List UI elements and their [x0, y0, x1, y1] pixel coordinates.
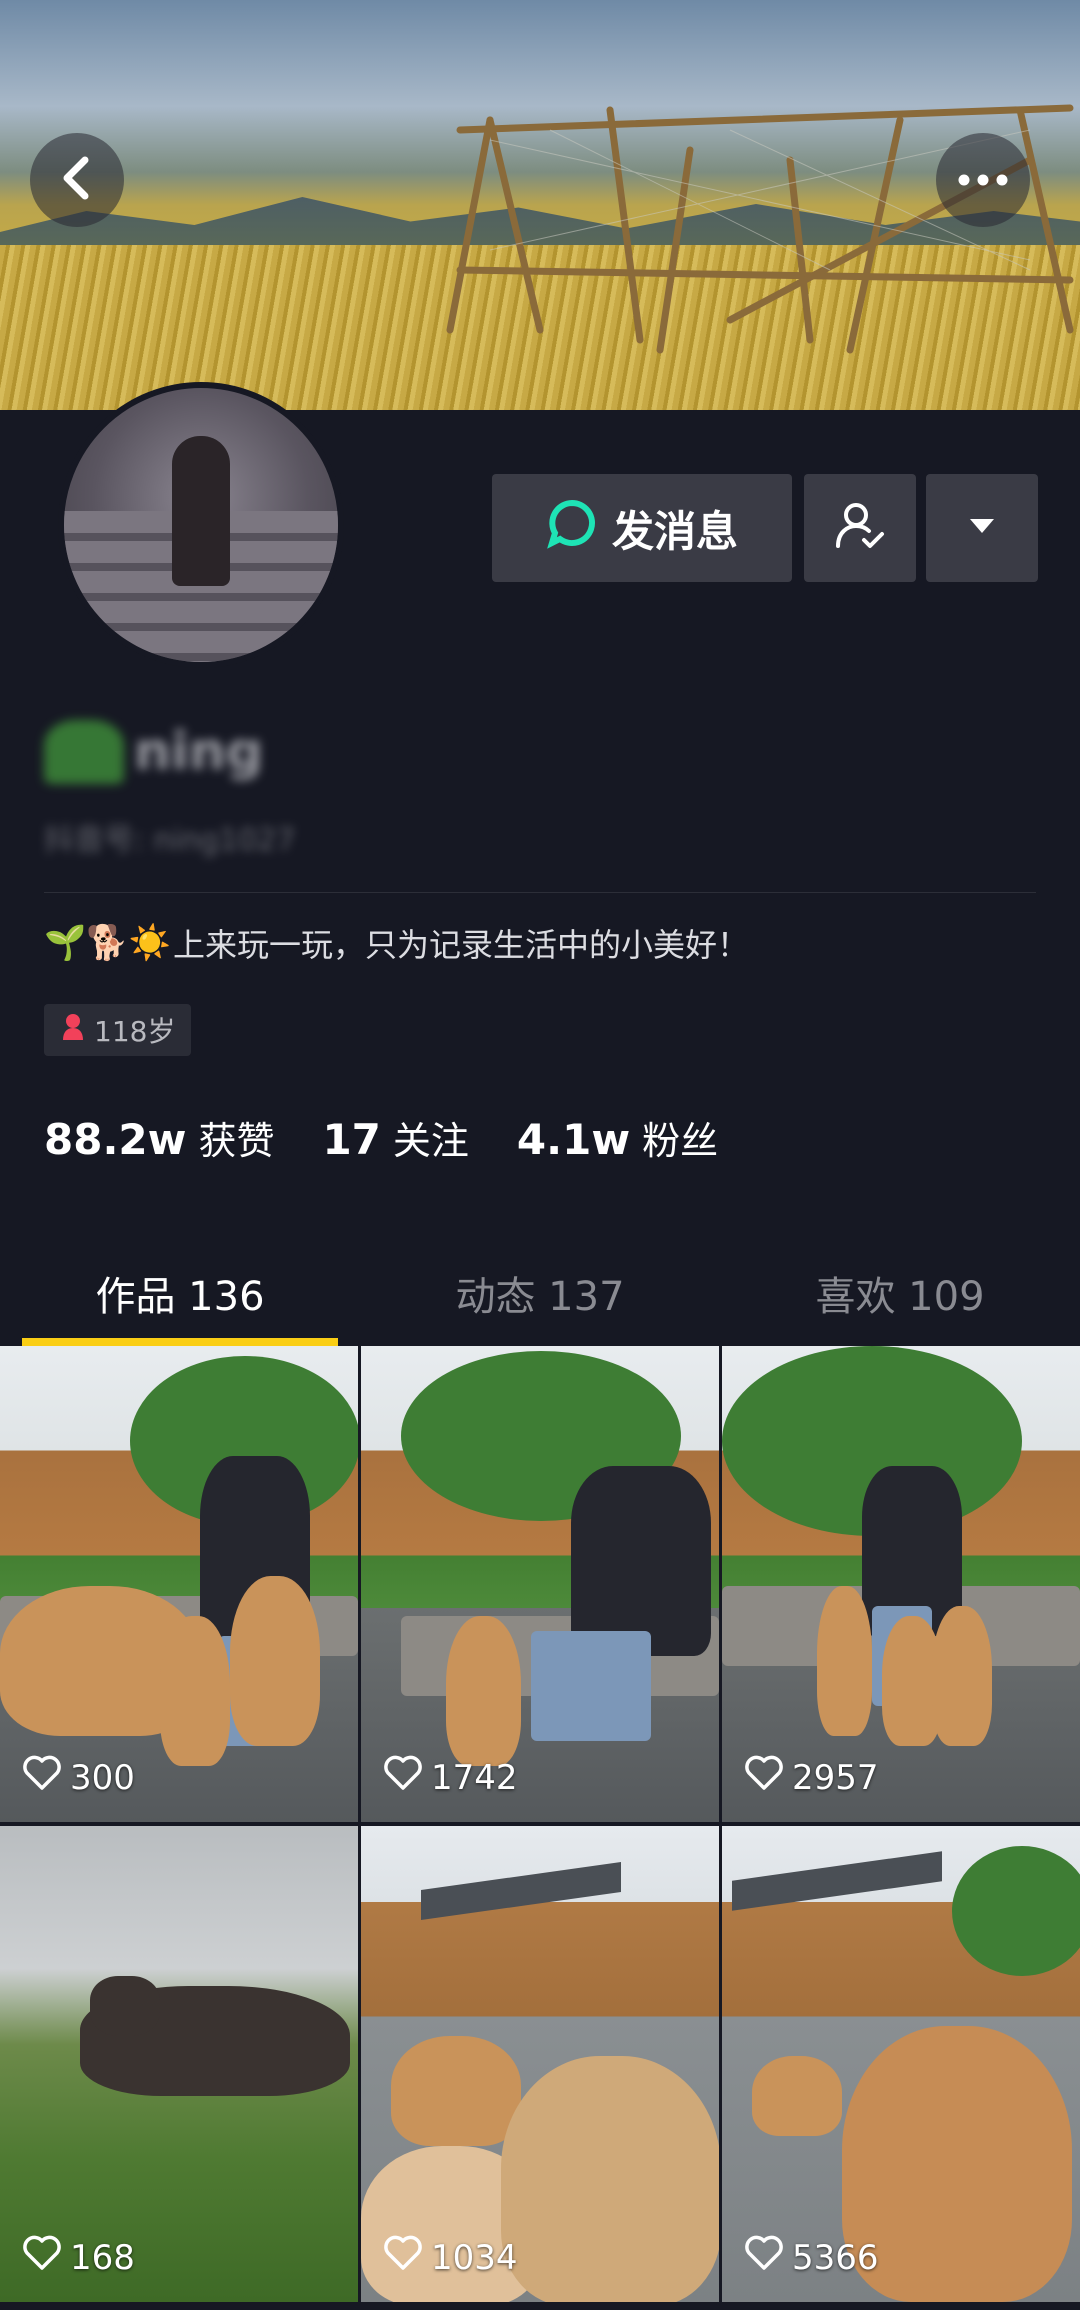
username-text: ning — [134, 722, 264, 782]
sprout-icon — [44, 720, 124, 784]
video-likes-count: 1034 — [431, 2237, 518, 2278]
stat-following-label: 关注 — [392, 1119, 469, 1163]
tab-active-indicator — [22, 1338, 338, 1346]
stat-following-number: 17 — [322, 1115, 381, 1164]
avatar[interactable] — [58, 382, 344, 668]
profile-cover-image — [0, 0, 1080, 410]
heart-icon — [22, 2235, 62, 2280]
video-thumbnail[interactable]: 1742 — [361, 1346, 719, 1822]
stat-followers-label: 粉丝 — [642, 1119, 719, 1163]
chevron-left-icon — [59, 156, 95, 204]
video-likes-count: 300 — [70, 1757, 135, 1798]
video-thumbnail[interactable]: 2957 — [722, 1346, 1080, 1822]
video-likes-count: 5366 — [792, 2237, 879, 2278]
stats-row: 88.2w 获赞 17 关注 4.1w 粉丝 — [44, 1110, 718, 1165]
video-likes: 1034 — [383, 2235, 518, 2280]
content-tabs: 作品 136 动态 137 喜欢 109 — [0, 1240, 1080, 1346]
stat-followers[interactable]: 4.1w 粉丝 — [517, 1110, 718, 1165]
stat-followers-number: 4.1w — [516, 1115, 631, 1164]
video-likes: 5366 — [744, 2235, 879, 2280]
heart-icon — [744, 2235, 784, 2280]
video-likes-count: 1742 — [431, 1757, 518, 1798]
heart-icon — [744, 1755, 784, 1800]
back-button[interactable] — [30, 133, 124, 227]
more-dots-icon — [958, 171, 1008, 190]
tab-works[interactable]: 作品 136 — [0, 1240, 360, 1346]
user-id: 抖音号: ning1027 — [44, 823, 296, 858]
bio-emojis: 🌱🐕☀️ — [44, 923, 172, 963]
video-grid: 300 1742 2957 168 1034 5366 — [0, 1346, 1080, 2310]
recommend-dropdown-button[interactable] — [926, 474, 1038, 582]
stat-likes-label: 获赞 — [198, 1119, 275, 1163]
age-label: 118岁 — [94, 1015, 176, 1048]
video-likes: 1742 — [383, 1755, 518, 1800]
follow-status-button[interactable] — [804, 474, 916, 582]
heart-icon — [383, 2235, 423, 2280]
username: ning — [44, 720, 263, 784]
more-options-button[interactable] — [936, 133, 1030, 227]
tab-liked[interactable]: 喜欢 109 — [720, 1240, 1080, 1346]
video-thumbnail[interactable]: 300 — [0, 1346, 358, 1822]
video-likes: 168 — [22, 2235, 135, 2280]
video-likes-count: 168 — [70, 2237, 135, 2278]
triangle-down-icon — [968, 517, 996, 539]
stat-likes-number: 88.2w — [44, 1115, 187, 1164]
stat-likes: 88.2w 获赞 — [44, 1110, 274, 1165]
video-likes: 2957 — [744, 1755, 879, 1800]
bio-text: 上来玩一玩，只为记录生活中的小美好！ — [173, 926, 750, 964]
video-thumbnail[interactable]: 168 — [0, 1826, 358, 2302]
video-likes: 300 — [22, 1755, 135, 1800]
heart-icon — [383, 1755, 423, 1800]
video-likes-count: 2957 — [792, 1757, 879, 1798]
female-icon — [60, 1012, 86, 1049]
video-thumbnail[interactable]: 5366 — [722, 1826, 1080, 2302]
stat-following[interactable]: 17 关注 — [322, 1110, 468, 1165]
chat-bubble-icon — [546, 497, 598, 559]
divider — [44, 892, 1036, 893]
age-tag: 118岁 — [44, 1004, 192, 1056]
user-check-icon — [832, 498, 888, 558]
send-message-button[interactable]: 发消息 — [492, 474, 792, 582]
tab-moments[interactable]: 动态 137 — [360, 1240, 720, 1346]
video-thumbnail[interactable]: 1034 — [361, 1826, 719, 2302]
heart-icon — [22, 1755, 62, 1800]
bio: 🌱🐕☀️ 上来玩一玩，只为记录生活中的小美好！ — [44, 920, 749, 966]
send-message-label: 发消息 — [611, 506, 738, 556]
